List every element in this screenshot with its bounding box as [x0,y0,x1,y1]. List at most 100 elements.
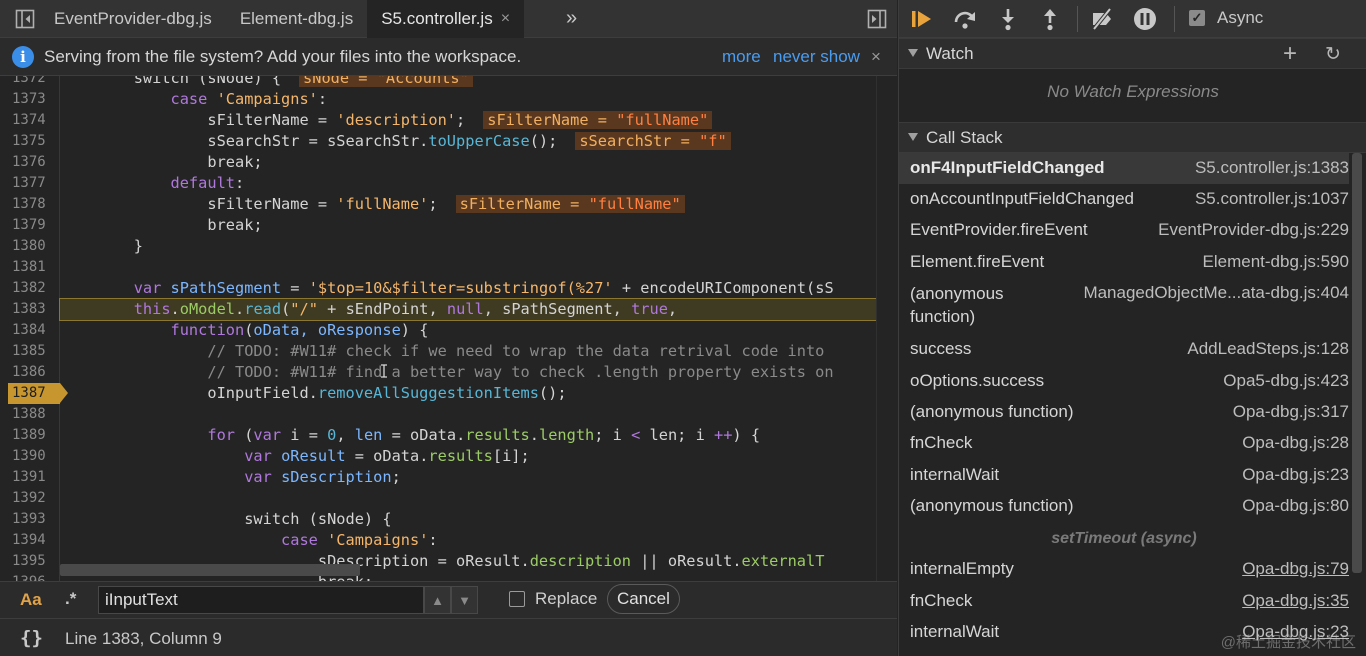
code-token: for [207,426,235,444]
frame-location[interactable]: Opa-dbg.js:35 [1242,591,1349,611]
code-token: null [446,300,484,318]
more-tabs-icon[interactable]: » [566,7,577,30]
step-out-icon[interactable] [1037,6,1063,32]
infobar-more-link[interactable]: more [722,47,761,67]
line-number[interactable]: 1394 [8,530,60,551]
callstack-frame[interactable]: success AddLeadSteps.js:128 [899,334,1349,365]
code-token: ( [281,300,291,318]
navigator-toggle-icon[interactable] [15,9,35,29]
editor-horizontal-scrollbar[interactable] [60,564,360,576]
regex-toggle[interactable]: .* [65,589,76,609]
line-number[interactable]: 1376 [8,152,60,173]
frame-name: internalWait [910,622,1000,641]
search-input[interactable] [98,586,424,614]
tab-element[interactable]: Element-dbg.js [226,0,367,38]
code-token: break; [207,216,263,234]
line-number[interactable]: 1382 [8,278,60,299]
code-token: + sEndPoint, [317,300,447,318]
code-line: switch (sNode) { [60,509,897,530]
line-number[interactable]: 1373 [8,89,60,110]
line-number[interactable]: 1385 [8,341,60,362]
frame-location: S5.controller.js:1037 [1194,189,1349,208]
code-token: ; [456,111,466,129]
tab-s5-controller[interactable]: S5.controller.js × [367,0,525,38]
callstack-section-header[interactable]: Call Stack [899,122,1366,153]
line-number[interactable]: 1375 [8,131,60,152]
cancel-button[interactable]: Cancel [607,584,680,614]
code-line: case 'Campaigns': [60,89,897,110]
code-line: function(oData, oResponse) { [60,320,897,341]
line-number[interactable]: 1381 [8,257,60,278]
line-number[interactable]: 1374 [8,110,60,131]
code-editor[interactable]: 1372 1373 1374 1375 1376 1377 1378 1379 … [0,76,897,581]
code-token: ) { [732,426,761,444]
infobar-close-icon[interactable]: × [871,47,881,67]
refresh-watch-icon[interactable]: ↻ [1325,43,1341,66]
infobar-never-show-link[interactable]: never show [773,47,860,67]
debugger-sidebar-toggle-icon[interactable] [867,9,887,29]
callstack-frame[interactable]: internalEmpty Opa-dbg.js:79 [899,554,1349,585]
breakpoint-line-number[interactable]: 1387 [8,383,68,404]
match-case-toggle[interactable]: Aa [20,590,42,610]
line-number[interactable]: 1372 [8,76,60,89]
async-checkbox[interactable]: ✓ [1189,10,1205,26]
pause-on-exceptions-icon[interactable] [1132,6,1158,32]
code-line: default: [60,173,897,194]
code-token: . [529,426,539,444]
line-number[interactable]: 1388 [8,404,60,425]
execution-line: this.oModel.read("/" + sEndPoint, null, … [59,298,897,321]
tab-eventprovider[interactable]: EventProvider-dbg.js [40,0,226,38]
debugger-sidebar: ✓ Async Watch + ↻ No Watch Expressions C… [898,0,1366,656]
callstack-frame[interactable]: EventProvider.fireEvent EventProvider-dbg… [899,215,1349,246]
step-over-icon[interactable] [952,6,978,32]
code-line: switch (sNode) {sNode = "Accounts" [60,76,897,89]
code-token: toUpperCase [428,132,530,150]
pretty-print-icon[interactable]: {} [20,627,43,649]
close-icon[interactable]: × [501,10,510,28]
line-number[interactable]: 1395 [8,551,60,572]
callstack-frame[interactable]: internalWait Opa-dbg.js:23 [899,460,1349,491]
callstack-frame[interactable]: fnCheck Opa-dbg.js:28 [899,428,1349,459]
cursor-position: Line 1383, Column 9 [65,629,222,648]
resume-icon[interactable] [909,6,935,32]
search-next-button[interactable]: ▼ [451,586,478,614]
line-number[interactable]: 1384 [8,320,60,341]
code-token: ++ [714,426,733,444]
callstack-frame[interactable]: onAccountInputFieldChanged S5.controller.… [899,184,1349,215]
line-number[interactable]: 1392 [8,488,60,509]
line-number[interactable]: 1390 [8,446,60,467]
code-line: // TODO: #W11# find a better way to chec… [60,362,897,383]
callstack-frame[interactable]: (anonymous function) ManagedObjectMe...at… [899,278,1349,332]
line-number[interactable]: 1378 [8,194,60,215]
editor-tabbar: EventProvider-dbg.js Element-dbg.js S5.c… [0,0,897,38]
callstack-frame[interactable]: (anonymous function) Opa-dbg.js:80 [899,491,1349,522]
callstack-frame[interactable]: Element.fireEvent Element-dbg.js:590 [899,247,1349,278]
code-content[interactable]: switch (sNode) {sNode = "Accounts" case … [59,76,897,581]
watch-section-header[interactable]: Watch + ↻ [899,38,1366,69]
add-watch-icon[interactable]: + [1283,40,1297,68]
line-number[interactable]: 1391 [8,467,60,488]
editor-vertical-scrollbar[interactable] [876,76,897,581]
callstack-frame[interactable]: fnCheck Opa-dbg.js:35 [899,586,1349,617]
search-previous-button[interactable]: ▲ [424,586,451,614]
callstack-frame[interactable]: onF4InputFieldChanged S5.controller.js:13… [899,153,1349,184]
line-number[interactable]: 1379 [8,215,60,236]
replace-checkbox[interactable] [509,591,525,607]
frame-location[interactable]: Opa-dbg.js:79 [1242,559,1349,579]
callstack-frame[interactable]: (anonymous function) Opa-dbg.js:317 [899,397,1349,428]
code-token: var [244,468,272,486]
inline-value-value: "fullName" [588,195,681,213]
line-number[interactable]: 1389 [8,425,60,446]
line-number[interactable]: 1386 [8,362,60,383]
line-number[interactable]: 1396 [8,572,60,581]
line-number[interactable]: 1377 [8,173,60,194]
line-gutter[interactable]: 1372 1373 1374 1375 1376 1377 1378 1379 … [8,76,68,581]
callstack-scrollbar[interactable] [1352,153,1362,573]
line-number[interactable]: 1383 [8,299,60,320]
deactivate-breakpoints-icon[interactable] [1089,6,1115,32]
line-number[interactable]: 1380 [8,236,60,257]
code-token: sFilterName = [207,111,337,129]
callstack-frame[interactable]: oOptions.success Opa5-dbg.js:423 [899,366,1349,397]
line-number[interactable]: 1393 [8,509,60,530]
step-into-icon[interactable] [995,6,1021,32]
